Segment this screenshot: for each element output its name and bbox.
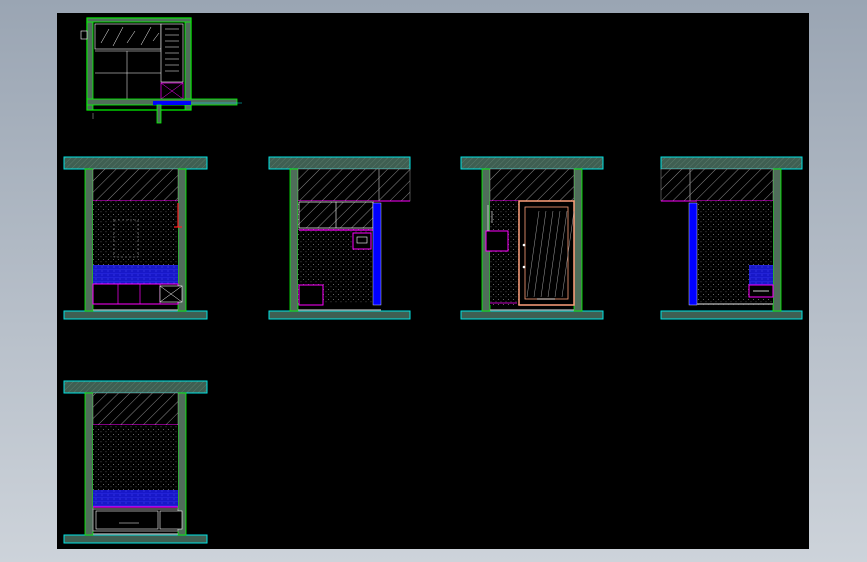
elevation-b[interactable] (268, 156, 411, 320)
ceiling-slab (660, 156, 803, 170)
wall-box (485, 230, 509, 252)
floor-slab (63, 534, 208, 544)
elevation-views[interactable] (63, 156, 803, 544)
ceiling-slab (268, 156, 411, 170)
door-handle (522, 243, 526, 247)
wall-finish (93, 201, 178, 265)
tile-band (93, 490, 178, 507)
plan-wall-left (86, 17, 94, 111)
plan-window (80, 30, 88, 40)
wall-left (84, 168, 94, 312)
plan-wall-right (184, 17, 192, 111)
plan-wall-top (86, 17, 192, 23)
elevation-a[interactable] (63, 156, 208, 320)
ceiling-slab (460, 156, 604, 170)
floor-plan[interactable] (80, 17, 242, 124)
ceiling-hatch (92, 168, 179, 202)
elevation-e[interactable] (63, 380, 208, 544)
tile-band (93, 265, 178, 285)
floor-slab (63, 310, 208, 320)
floor-slab (268, 310, 411, 320)
cad-drawing[interactable] (57, 13, 809, 549)
wall-finish (93, 425, 178, 490)
ceiling-hatch (297, 168, 411, 202)
blue-column (688, 202, 698, 306)
plan-wall-stub (156, 104, 162, 124)
ceiling-hatch (660, 168, 774, 202)
cabinet-door (159, 510, 183, 530)
cabinet-drawer (95, 510, 159, 530)
plan-door-threshold (153, 101, 191, 105)
tile-band (749, 265, 773, 285)
elevation-c[interactable] (460, 156, 604, 320)
door-leaf (524, 206, 569, 300)
ceiling-slab (63, 156, 208, 170)
ceiling-hatch (489, 168, 575, 202)
wall-right (772, 168, 782, 312)
door-hinge (522, 265, 526, 269)
wall-right (573, 168, 583, 312)
drawing-viewport[interactable] (57, 13, 809, 549)
floor-slab (660, 310, 803, 320)
sink-unit (352, 232, 372, 250)
base-box (298, 284, 324, 306)
wall-left (84, 392, 94, 536)
blue-column (372, 202, 382, 306)
elevation-d[interactable] (660, 156, 803, 320)
ceiling-slab (63, 380, 208, 394)
floor-slab (460, 310, 604, 320)
wall-left (289, 168, 299, 312)
ceiling-hatch (92, 392, 179, 426)
